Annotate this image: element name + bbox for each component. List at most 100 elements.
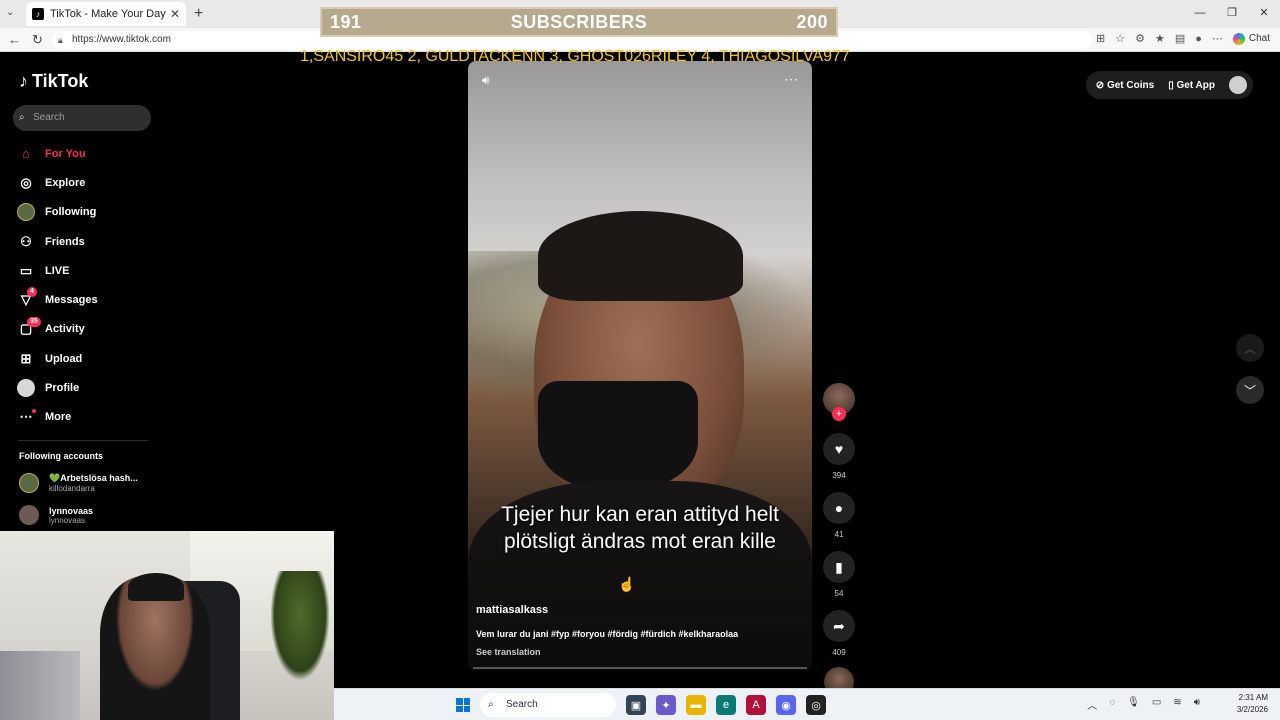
video-description: Vem lurar du jani #fyp #foryou #fördig #… [476, 629, 739, 639]
following-accounts-header: Following accounts [19, 451, 104, 461]
close-window-icon[interactable]: ✕ [1248, 0, 1280, 28]
restore-icon[interactable]: ❐ [1216, 0, 1248, 28]
adobe-icon[interactable]: A [746, 695, 766, 715]
user-avatar[interactable] [1229, 76, 1247, 94]
friends-icon: ⚇ [20, 233, 32, 249]
sidebar-item-live[interactable]: ▭ LIVE [15, 256, 155, 285]
share-count: 409 [832, 648, 846, 657]
browser-profile-icon[interactable]: ● [1195, 33, 1202, 45]
more-notification-dot [32, 408, 36, 413]
share-action[interactable]: ➦ 409 [821, 610, 857, 657]
account-name: 💚Arbetslösa hash... [49, 473, 138, 483]
sidebar-item-messages[interactable]: ▽ 4 Messages [15, 285, 155, 314]
heart-icon[interactable]: ♥ [823, 433, 855, 465]
share-icon[interactable]: ➦ [823, 610, 855, 642]
sidebar-item-friends[interactable]: ⚇ Friends [15, 227, 155, 256]
subscriber-goal: 200 [796, 11, 828, 32]
sidebar-divider [18, 440, 148, 441]
tab-title: TikTok - Make Your Day [50, 8, 166, 20]
logo-text: TikTok [32, 71, 89, 91]
following-account-item[interactable]: lynnovaas lynnovaas [19, 505, 93, 525]
video-progress-bar[interactable] [473, 667, 807, 669]
chevron-up-icon[interactable]: ︿ [1236, 334, 1264, 362]
comment-action[interactable]: ● 41 [821, 492, 857, 539]
discord-icon[interactable]: ◉ [776, 695, 796, 715]
get-coins-button[interactable]: ⊘ Get Coins [1096, 80, 1154, 91]
video-more-icon[interactable]: ⋯ [784, 71, 798, 88]
upload-icon: ⊞ [20, 350, 32, 366]
apps-icon[interactable]: ⊞ [1096, 32, 1105, 45]
like-action[interactable]: ♥ 394 [821, 433, 857, 480]
tab-list-icon[interactable]: ⌄ [6, 7, 14, 18]
system-clock[interactable]: 2:31 AM 3/2/2026 [1237, 692, 1268, 716]
favorites-icon[interactable]: ★ [1155, 32, 1165, 45]
live-icon: ▭ [19, 262, 33, 278]
video-subject-hair [538, 211, 743, 301]
edge-icon[interactable]: e [716, 695, 736, 715]
copilot-app-icon[interactable]: ✦ [656, 695, 676, 715]
save-count: 54 [834, 589, 844, 598]
copilot-chat-button[interactable]: Chat [1232, 32, 1270, 45]
activity-badge: 35 [27, 316, 41, 327]
get-app-button[interactable]: ▯ Get App [1168, 80, 1215, 91]
comment-count: 41 [834, 530, 844, 539]
extensions-icon[interactable]: ⚙ [1135, 32, 1145, 45]
volume-icon[interactable]: 🔊︎ [482, 73, 490, 88]
favorite-star-icon[interactable]: ☆ [1115, 32, 1125, 45]
sidebar-item-more[interactable]: ⋯ More [15, 403, 155, 432]
tiktok-logo[interactable]: ♪ TikTok [19, 71, 88, 92]
display-icon[interactable]: ▭ [1152, 697, 1161, 712]
follow-plus-icon[interactable]: + [832, 407, 846, 421]
collections-icon[interactable]: ▤ [1175, 32, 1185, 45]
sidebar-item-for-you[interactable]: ⌂ For You [15, 139, 155, 168]
back-icon[interactable]: ← [8, 32, 21, 47]
browser-tab[interactable]: ♪ TikTok - Make Your Day ✕ [26, 2, 186, 26]
get-coins-label: Get Coins [1106, 79, 1155, 91]
sidebar-item-explore[interactable]: ◎ Explore [15, 168, 155, 197]
see-translation-link[interactable]: See translation [476, 647, 541, 657]
microphone-icon[interactable]: 🎙︎ [1127, 697, 1140, 712]
video-creator[interactable]: mattiasalkass [476, 604, 548, 616]
close-tab-icon[interactable]: ✕ [170, 7, 180, 21]
browser-menu-icon[interactable]: ⋯ [1212, 32, 1223, 45]
webcam-plant [270, 571, 330, 681]
sidebar-item-label: Explore [45, 176, 86, 189]
sidebar-item-label: Activity [45, 323, 85, 336]
comment-icon[interactable]: ● [823, 492, 855, 524]
taskbar-search[interactable]: ⌕ Search [480, 693, 616, 717]
refresh-icon[interactable]: ↻ [32, 32, 43, 48]
sidebar-nav: ⌂ For You ◎ Explore Following ⚇ Friends … [15, 139, 155, 432]
sidebar-item-activity[interactable]: ▢ 35 Activity [15, 315, 155, 344]
like-count: 394 [832, 471, 846, 480]
following-avatar-icon [17, 203, 35, 222]
new-tab-icon[interactable]: + [194, 5, 203, 23]
search-icon: ⌕ [19, 112, 25, 123]
minimize-icon[interactable]: — [1184, 0, 1216, 28]
task-view-icon[interactable]: ▣ [626, 695, 646, 715]
search-placeholder: Search [33, 112, 65, 123]
avatar [19, 505, 39, 525]
webcam-overlay [0, 531, 334, 720]
creator-avatar[interactable]: + [823, 383, 855, 421]
sidebar-item-label: More [45, 411, 72, 424]
sidebar-item-profile[interactable]: Profile [15, 373, 155, 402]
webcam-cap [128, 573, 184, 601]
tray-chevron-icon[interactable]: ︿ [1087, 697, 1097, 712]
network-icon[interactable]: ◌ [1109, 697, 1115, 712]
windows-taskbar: ⌕ Search ▣ ✦ ▬ e A ◉ ◎ ︿ ◌ 🎙︎ ▭ ≋ 🔊︎ 2:3… [334, 688, 1280, 720]
sidebar-item-following[interactable]: Following [15, 198, 155, 227]
sidebar-item-upload[interactable]: ⊞ Upload [15, 344, 155, 373]
video-player[interactable]: 🔊︎ ⋯ Tjejer hur kan eran attityd helt pl… [468, 61, 812, 670]
windows-start-icon[interactable] [456, 698, 470, 712]
search-input[interactable]: ⌕ Search [13, 105, 151, 131]
chevron-down-icon[interactable]: ﹀ [1236, 376, 1264, 404]
volume-icon[interactable]: 🔊︎ [1194, 697, 1200, 712]
copilot-icon [1232, 32, 1245, 45]
wifi-icon[interactable]: ≋ [1173, 697, 1181, 712]
chat-label: Chat [1248, 33, 1270, 44]
following-account-item[interactable]: 💚Arbetslösa hash... killodandarra [19, 473, 138, 493]
bookmark-icon[interactable]: ▮ [823, 551, 855, 583]
obs-icon[interactable]: ◎ [806, 695, 826, 715]
file-explorer-icon[interactable]: ▬ [686, 695, 706, 715]
save-action[interactable]: ▮ 54 [821, 551, 857, 598]
